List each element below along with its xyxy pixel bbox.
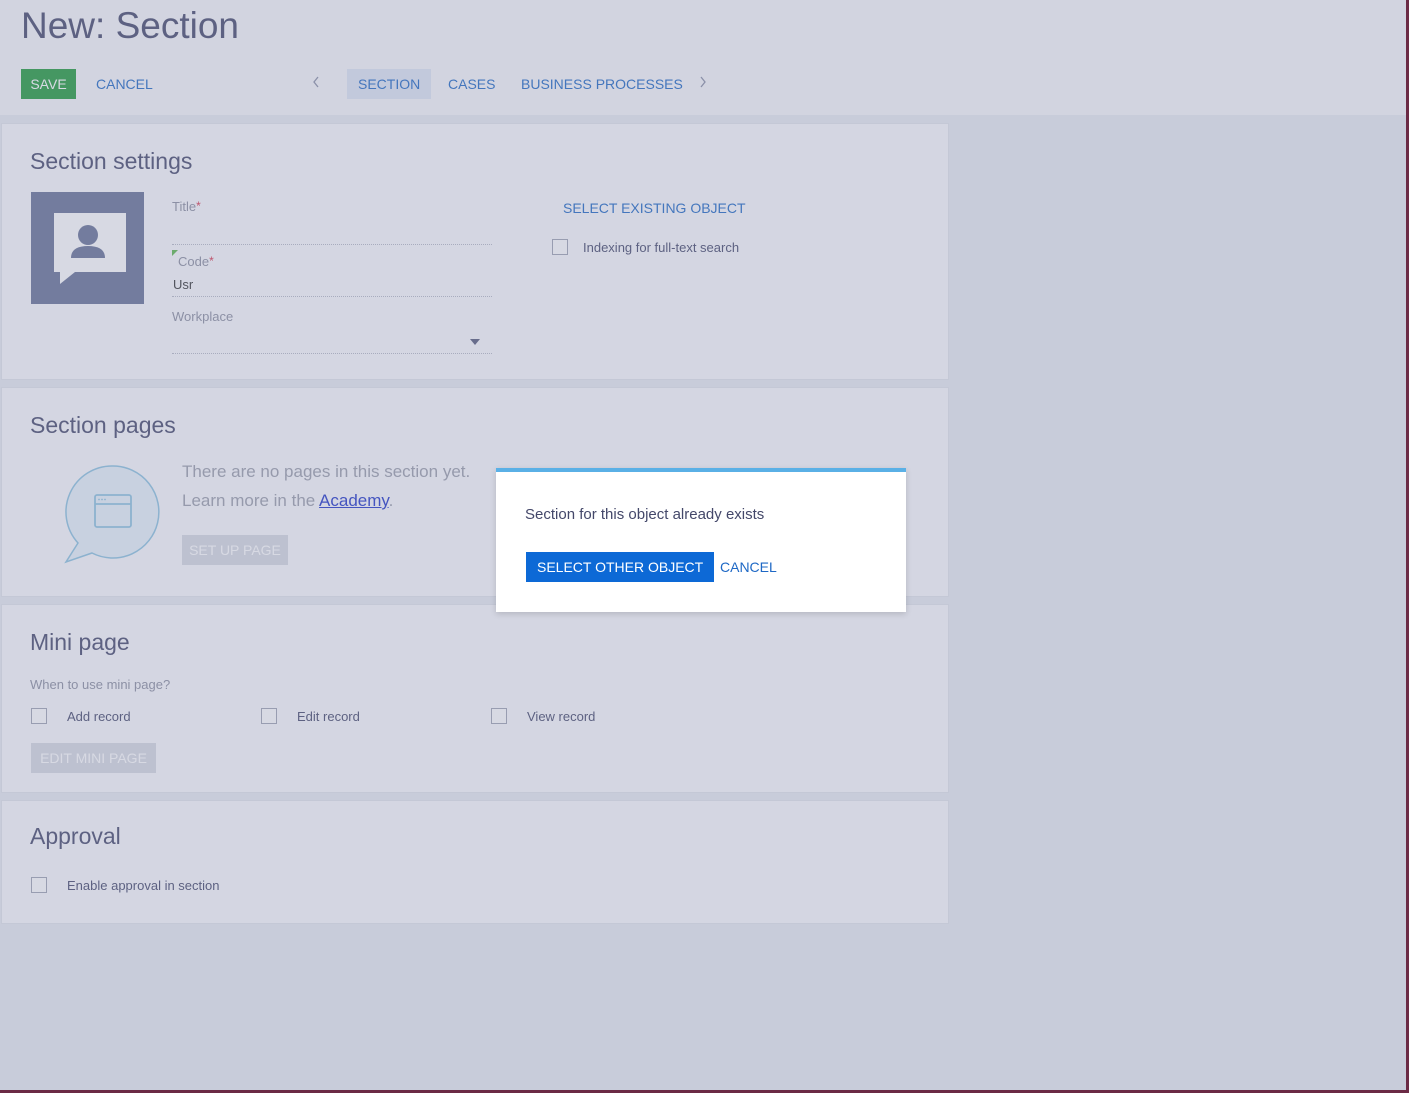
select-other-object-button[interactable]: SELECT OTHER OBJECT bbox=[526, 552, 715, 582]
object-exists-dialog: Section for this object already exists S… bbox=[496, 468, 906, 612]
dialog-cancel-button[interactable]: CANCEL bbox=[720, 552, 777, 582]
app-window: New: Section SAVE CANCEL SECTION CASES B… bbox=[0, 0, 1406, 1090]
dialog-message: Section for this object already exists bbox=[525, 506, 765, 523]
